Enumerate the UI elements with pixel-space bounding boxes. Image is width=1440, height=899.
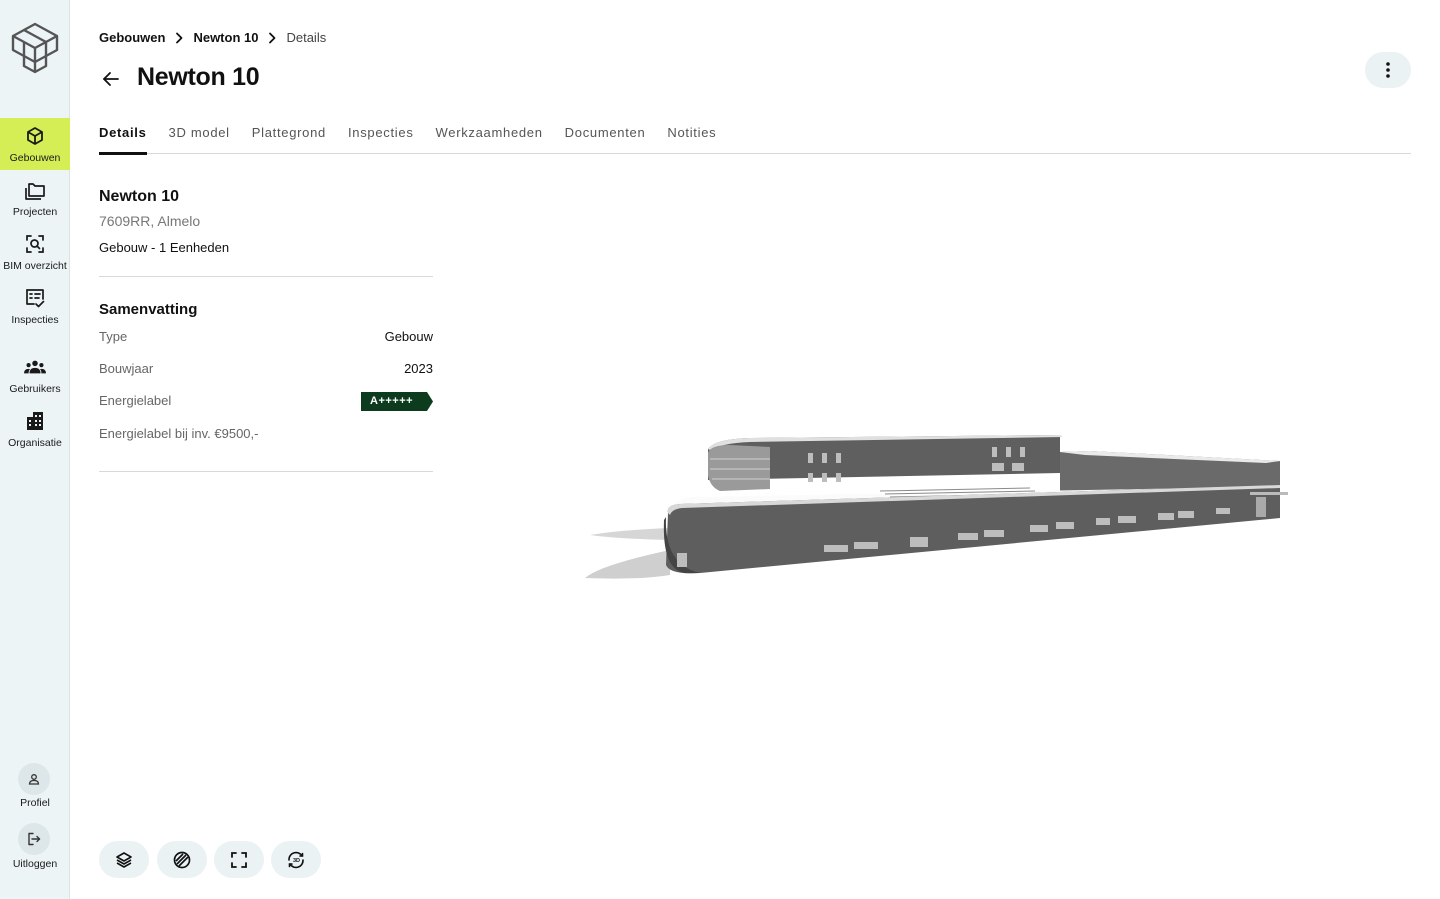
sidebar-item-inspecties[interactable]: Inspecties [0,280,70,332]
energy-label-badge: A+++++ [361,392,433,411]
energy-label-value: A+++++ [370,395,414,407]
sidebar-item-organisatie[interactable]: Organisatie [0,403,70,455]
building-3d-model[interactable] [580,425,1300,595]
tab-werkzaamheden[interactable]: Werkzaamheden [436,125,543,154]
divider [99,276,433,277]
sidebar-item-bim-overzicht[interactable]: BIM overzicht [0,226,70,278]
sidebar-item-projecten[interactable]: Projecten [0,172,70,224]
sidebar-item-label: BIM overzicht [3,260,67,272]
cube-icon [24,125,46,147]
back-button[interactable] [100,68,122,90]
checklist-icon [24,287,46,309]
tab-notities[interactable]: Notities [667,125,716,154]
svg-text:3D: 3D [293,858,300,864]
breadcrumb-current: Details [286,30,327,45]
building-name: Newton 10 [99,188,180,205]
tab-details[interactable]: Details [99,125,147,155]
users-icon [24,356,46,378]
building-address: 7609RR, Almelo [99,213,201,229]
logout-label: Uitloggen [12,858,58,870]
sidebar-item-label: Inspecties [11,314,59,326]
tab-inspecties[interactable]: Inspecties [348,125,414,154]
logout-button[interactable] [18,823,50,855]
sidebar-item-label: Gebruikers [9,383,61,395]
page-title: Newton 10 [137,63,260,91]
scan-search-icon [24,233,46,255]
xray-icon [173,851,191,868]
tab-plattegrond[interactable]: Plattegrond [252,125,326,154]
breadcrumb-item-newton[interactable]: Newton 10 [193,30,258,45]
sidebar-item-label: Projecten [12,206,58,218]
sidebar-item-label: Organisatie [8,437,62,449]
xray-button[interactable] [157,841,207,878]
folders-icon [24,179,46,201]
sidebar-item-label: Gebouwen [9,152,61,164]
year-value: 2023 [404,361,433,376]
year-label: Bouwjaar [99,361,154,376]
energy-label-label: Energielabel [99,393,172,408]
summary-title: Samenvatting [99,301,198,318]
building-units: Gebouw - 1 Eenheden [99,240,230,255]
fullscreen-button[interactable] [214,841,264,878]
tab-3d-model[interactable]: 3D model [169,125,230,154]
profile-button[interactable] [18,763,50,795]
energy-inv-label: Energielabel bij inv. €9500,- [99,426,259,441]
breadcrumb: Gebouwen Newton 10 Details [99,30,326,45]
logout-icon [28,832,41,846]
logo-cube-icon[interactable] [9,20,61,76]
tab-documenten[interactable]: Documenten [565,125,646,154]
building-icon [24,410,46,432]
user-icon [28,774,40,785]
chevron-right-icon [175,32,183,44]
layers-icon [116,851,132,868]
sidebar-item-gebouwen[interactable]: Gebouwen [0,118,70,170]
type-value: Gebouw [384,329,433,344]
tab-bar: Details 3D model Plattegrond Inspecties … [99,125,1411,155]
rotate-3d-button[interactable]: 3D [271,841,321,878]
sidebar: Gebouwen Projecten BIM overzicht Inspect… [0,0,70,899]
arrow-left-icon [103,72,119,86]
breadcrumb-item-gebouwen[interactable]: Gebouwen [99,30,165,45]
type-label: Type [99,329,128,344]
layers-button[interactable] [99,841,149,878]
fullscreen-icon [231,851,247,868]
profile-label: Profiel [20,797,50,809]
rotate-3d-icon: 3D [288,851,304,868]
more-options-button[interactable] [1365,52,1411,88]
more-vertical-icon [1386,62,1390,78]
chevron-right-icon [268,32,276,44]
sidebar-item-gebruikers[interactable]: Gebruikers [0,349,70,401]
divider [99,471,433,472]
